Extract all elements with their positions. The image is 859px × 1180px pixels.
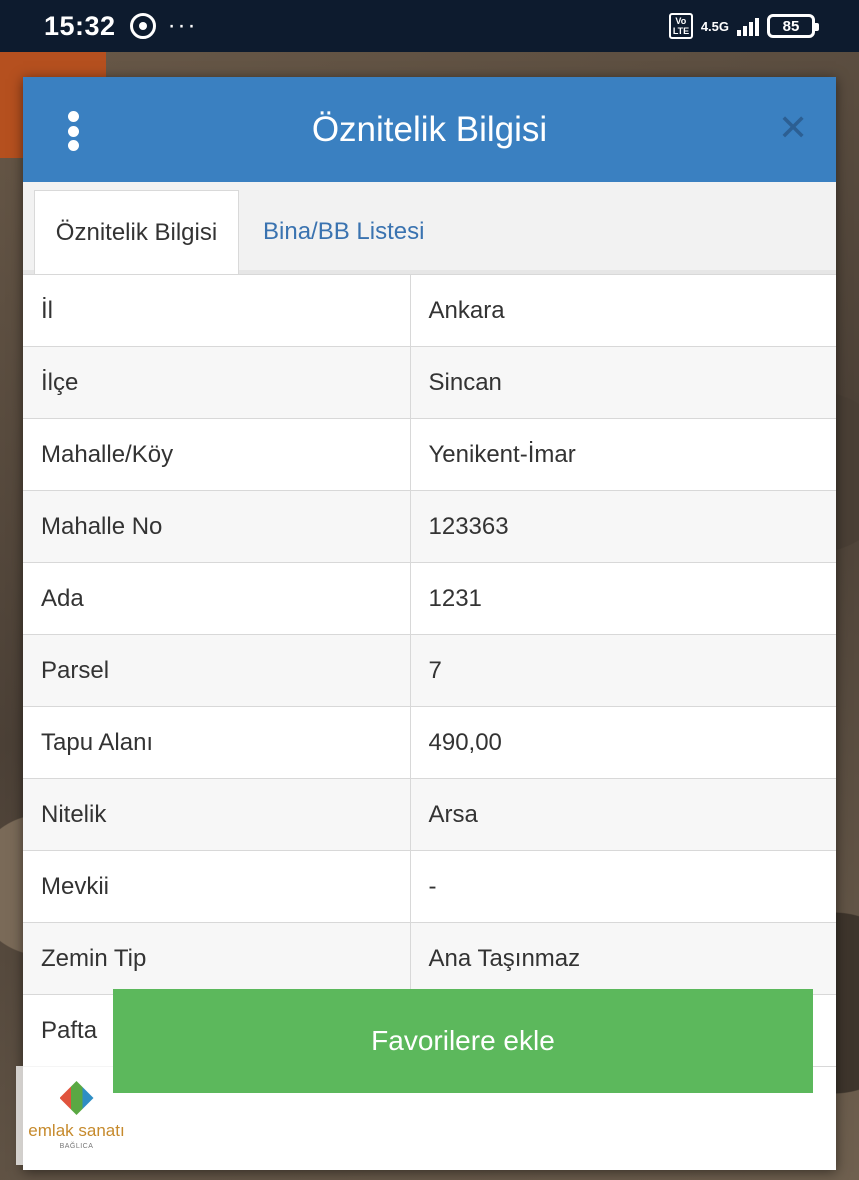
attribute-key: Mevkii <box>23 850 411 923</box>
table-row: Tapu Alanı 490,00 <box>23 706 836 779</box>
attribute-value: Arsa <box>409 778 836 851</box>
logo-mark-icon <box>59 1081 94 1115</box>
status-time: 15:32 <box>44 10 116 41</box>
battery-level: 85 <box>782 17 800 35</box>
more-notifications-icon: ··· <box>167 12 198 39</box>
table-row: Mevkii - <box>23 850 836 923</box>
dialog-title: Öznitelik Bilgisi <box>311 109 548 149</box>
attribute-key: Mahalle/Köy <box>23 418 411 491</box>
dialog-header: Öznitelik Bilgisi ✕ <box>23 77 836 182</box>
attribute-key: İlçe <box>23 346 411 419</box>
attribute-key: Parsel <box>23 634 411 707</box>
status-bar: 15:32 ··· Vo LTE 4.5G 85 <box>0 0 859 52</box>
menu-icon[interactable] <box>65 111 81 151</box>
attribute-value: Ankara <box>409 274 836 347</box>
status-indicators: Vo LTE 4.5G 85 <box>668 13 819 39</box>
add-to-favorites-button[interactable]: Favorilere ekle <box>113 989 813 1093</box>
table-row: Mahalle/Köy Yenikent-İmar <box>23 418 836 491</box>
table-row: İlçe Sincan <box>23 346 836 419</box>
logo-name: emlak sanatı <box>28 1121 125 1140</box>
table-row: Mahalle No 123363 <box>23 490 836 563</box>
table-row: İl Ankara <box>23 274 836 347</box>
tab-bar: Öznitelik Bilgisi Bina/BB Listesi <box>23 182 836 274</box>
table-row: Ada 1231 <box>23 562 836 635</box>
attribute-key: Zemin Tip <box>23 922 411 995</box>
attribute-key: Nitelik <box>23 778 411 851</box>
signal-icon <box>737 16 759 36</box>
battery-icon: 85 <box>767 14 819 38</box>
tab-building-list[interactable]: Bina/BB Listesi <box>245 190 442 274</box>
close-icon[interactable]: ✕ <box>778 110 808 146</box>
attribute-value: Yenikent-İmar <box>409 418 836 491</box>
network-type: 4.5G <box>700 18 729 34</box>
attribute-key: Tapu Alanı <box>23 706 411 779</box>
attribute-value: 7 <box>409 634 836 707</box>
attribute-value: 1231 <box>409 562 836 635</box>
attribute-value: 123363 <box>409 490 836 563</box>
attribute-table: İl Ankara İlçe Sincan Mahalle/Köy Yenikent-İm… <box>23 274 836 1067</box>
attribute-key: Ada <box>23 562 411 635</box>
attribute-key: Mahalle No <box>23 490 411 563</box>
attribute-value: - <box>409 850 836 923</box>
table-row: Zemin Tip Ana Taşınmaz <box>23 922 836 995</box>
volte-icon: Vo LTE <box>668 13 693 39</box>
attribute-value: Ana Taşınmaz <box>409 922 836 995</box>
attribute-value: 490,00 <box>409 706 836 779</box>
tab-attribute-info[interactable]: Öznitelik Bilgisi <box>34 190 239 274</box>
table-row: Parsel 7 <box>23 634 836 707</box>
attribute-value: Sincan <box>409 346 836 419</box>
table-row: Nitelik Arsa <box>23 778 836 851</box>
whatsapp-icon <box>129 13 156 39</box>
logo-sub: BAĞLICA <box>59 1143 94 1150</box>
attribute-key: İl <box>23 274 411 347</box>
